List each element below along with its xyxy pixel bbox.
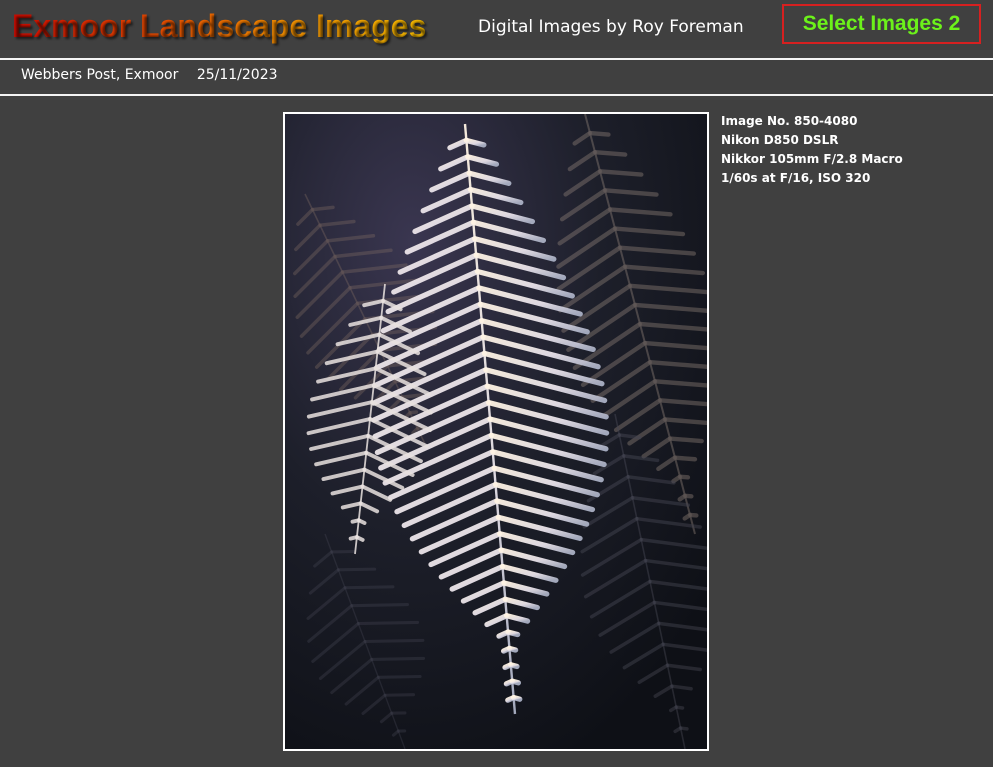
select-images-button[interactable]: Select Images 2 bbox=[782, 4, 981, 44]
exif-info: Image No. 850-4080 Nikon D850 DSLR Nikko… bbox=[721, 112, 903, 188]
location-date: 25/11/2023 bbox=[196, 67, 278, 83]
location-name: Webbers Post, Exmoor bbox=[21, 67, 179, 83]
site-header: Exmoor Landscape Images Digital Images b… bbox=[0, 0, 993, 58]
camera-model: Nikon D850 DSLR bbox=[721, 133, 839, 147]
fern-image bbox=[285, 114, 707, 749]
image-number: Image No. 850-4080 bbox=[721, 114, 858, 128]
site-subtitle: Digital Images by Roy Foreman bbox=[478, 17, 744, 37]
exposure-settings: 1/60s at F/16, ISO 320 bbox=[721, 171, 871, 185]
header-divider bbox=[0, 58, 993, 60]
site-title[interactable]: Exmoor Landscape Images bbox=[12, 8, 426, 45]
lens-model: Nikkor 105mm F/2.8 Macro bbox=[721, 152, 903, 166]
location-bar: Webbers Post, Exmoor 25/11/2023 bbox=[21, 67, 278, 83]
location-divider bbox=[0, 94, 993, 96]
frosted-fern-photo[interactable] bbox=[283, 112, 709, 751]
